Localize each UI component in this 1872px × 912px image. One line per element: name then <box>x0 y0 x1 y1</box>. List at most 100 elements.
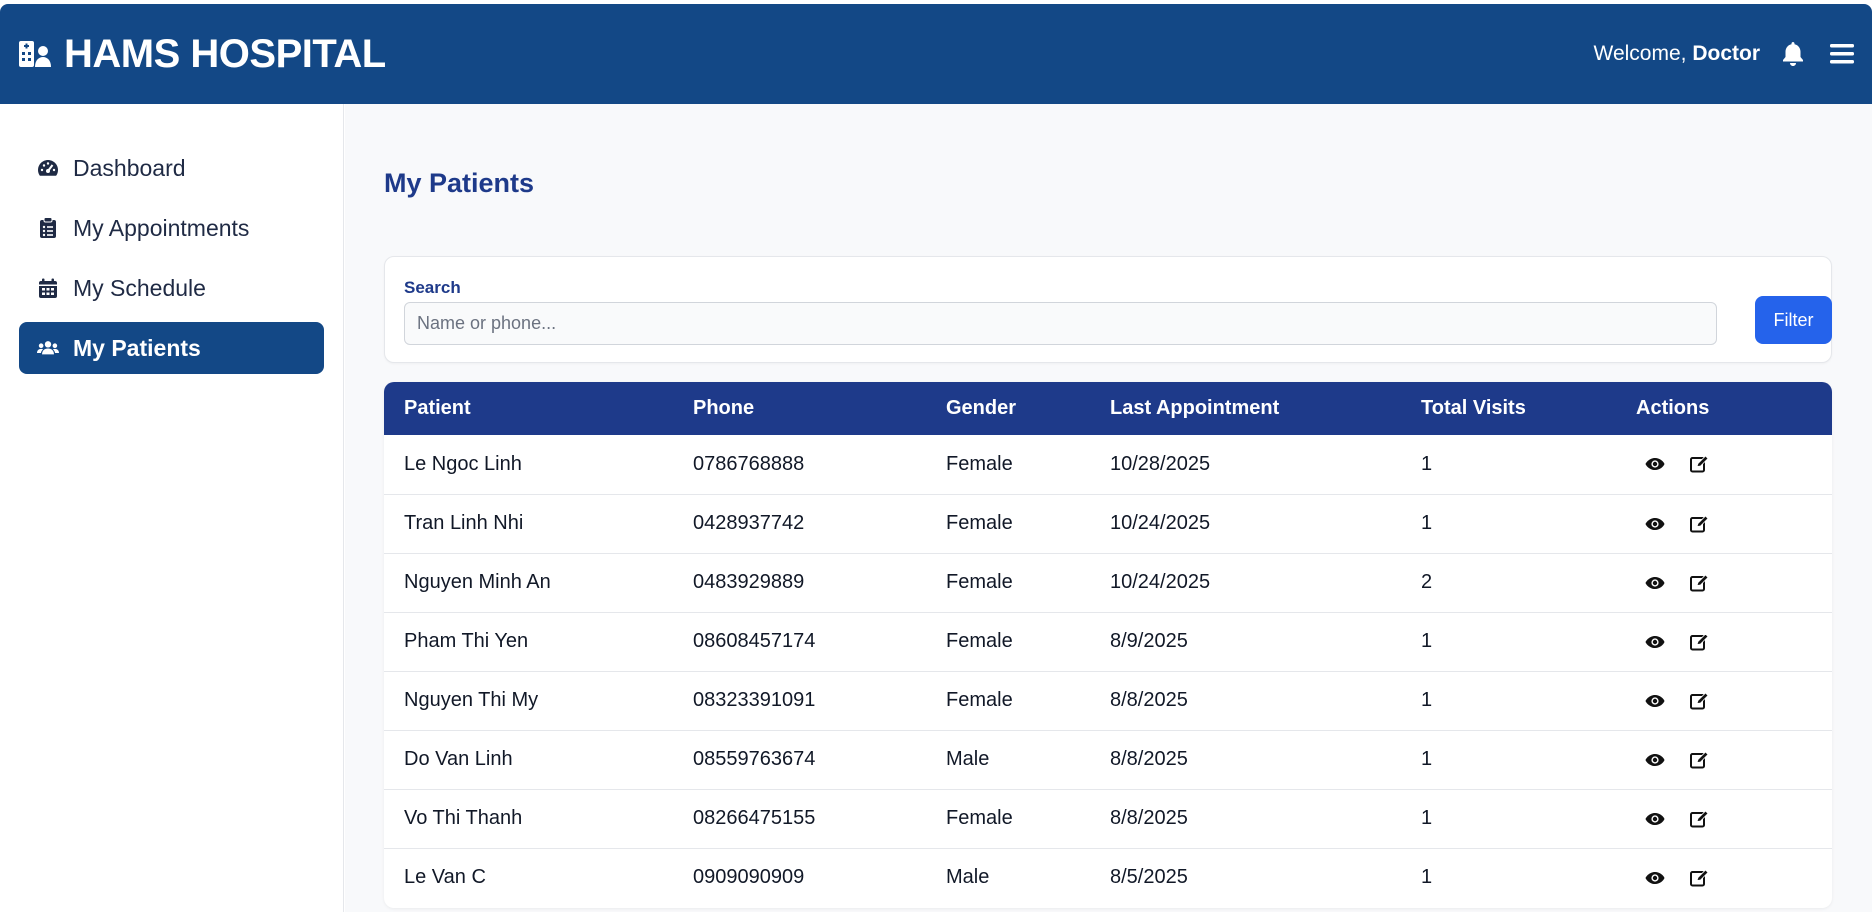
cell-patient-name: Nguyen Minh An <box>404 571 551 593</box>
cell-gender: Female <box>946 571 1013 593</box>
table-body: Le Ngoc Linh 0786768888 Female 10/28/2025 1 T… <box>384 435 1832 907</box>
cell-gender: Male <box>946 866 990 889</box>
table-row: Nguyen Thi My 08323391091 Female 8/8/2025 1 <box>384 671 1832 730</box>
view-eye-icon[interactable] <box>1644 631 1666 653</box>
cell-phone: 0428937742 <box>693 512 805 534</box>
welcome-username: Doctor <box>1692 42 1760 65</box>
sidebar-item-patients[interactable]: My Patients <box>19 322 324 374</box>
cell-total-visits: 1 <box>1421 452 1433 475</box>
cell-actions <box>1616 435 1832 494</box>
cell-actions <box>1616 848 1832 907</box>
cell-actions <box>1616 730 1832 789</box>
cell-actions <box>1616 671 1832 730</box>
table-row: Nguyen Minh An 0483929889 Female 10/24/2025… <box>384 553 1832 612</box>
cell-total-visits: 1 <box>1421 512 1433 534</box>
top-bar: HAMS HOSPITAL Welcome, Doctor <box>0 4 1872 104</box>
row-actions <box>1636 631 1832 653</box>
edit-icon[interactable] <box>1688 572 1710 594</box>
view-eye-icon[interactable] <box>1644 572 1666 594</box>
sidebar-item-schedule[interactable]: My Schedule <box>19 262 324 314</box>
cell-phone: 08559763674 <box>693 748 816 770</box>
cell-total-visits: 1 <box>1421 689 1433 711</box>
edit-icon[interactable] <box>1688 453 1710 475</box>
row-actions <box>1636 867 1832 889</box>
cell-actions <box>1616 789 1832 848</box>
cell-last-appointment: 8/9/2025 <box>1110 630 1188 652</box>
welcome-prefix: Welcome, <box>1593 42 1693 65</box>
view-eye-icon[interactable] <box>1644 513 1666 535</box>
cell-actions <box>1616 553 1832 612</box>
cell-phone: 08323391091 <box>693 689 816 711</box>
cell-last-appointment: 10/24/2025 <box>1110 512 1211 534</box>
sidebar-item-dashboard[interactable]: Dashboard <box>19 142 324 194</box>
row-actions <box>1636 453 1832 475</box>
sidebar-item-label: Dashboard <box>73 154 186 181</box>
filter-button[interactable]: Filter <box>1755 296 1832 344</box>
table-row: Le Van C 0909090909 Male 8/5/2025 1 <box>384 848 1832 907</box>
cell-gender: Female <box>946 689 1013 711</box>
search-input[interactable] <box>404 302 1717 345</box>
edit-icon[interactable] <box>1688 631 1710 653</box>
edit-icon[interactable] <box>1688 690 1710 712</box>
table-row: Tran Linh Nhi 0428937742 Female 10/24/2025 1 <box>384 494 1832 553</box>
app-title: HAMS HOSPITAL <box>64 31 386 76</box>
row-actions <box>1636 808 1832 830</box>
edit-icon[interactable] <box>1688 867 1710 889</box>
cell-total-visits: 1 <box>1421 866 1433 889</box>
cell-last-appointment: 10/24/2025 <box>1110 571 1211 593</box>
cell-phone: 0909090909 <box>693 866 805 889</box>
column-header-last-appointment[interactable]: Last Appointment <box>1090 382 1401 435</box>
cell-patient-name: Do Van Linh <box>404 748 513 770</box>
sidebar-item-label: My Patients <box>73 334 201 361</box>
view-eye-icon[interactable] <box>1644 690 1666 712</box>
sidebar-item-label: My Schedule <box>73 274 206 301</box>
cell-last-appointment: 8/5/2025 <box>1110 866 1188 889</box>
cell-total-visits: 1 <box>1421 807 1433 829</box>
cell-phone: 0786768888 <box>693 452 805 475</box>
cell-last-appointment: 8/8/2025 <box>1110 748 1188 770</box>
cell-patient-name: Le Ngoc Linh <box>404 452 522 475</box>
cell-gender: Male <box>946 748 990 770</box>
main-content: My Patients Search Filter Patient Phone … <box>345 104 1872 912</box>
cell-actions <box>1616 494 1832 553</box>
app-root: HAMS HOSPITAL Welcome, Doctor Dashboard … <box>0 0 1872 912</box>
cell-gender: Female <box>946 630 1013 652</box>
gauge-icon <box>37 157 59 179</box>
edit-icon[interactable] <box>1688 808 1710 830</box>
cell-patient-name: Tran Linh Nhi <box>404 512 524 534</box>
edit-icon[interactable] <box>1688 749 1710 771</box>
sidebar-item-label: My Appointments <box>73 214 250 241</box>
cell-last-appointment: 8/8/2025 <box>1110 807 1188 829</box>
header-actions: Welcome, Doctor <box>1594 41 1854 67</box>
column-header-patient[interactable]: Patient <box>384 382 673 435</box>
column-header-gender[interactable]: Gender <box>926 382 1090 435</box>
hamburger-menu-icon[interactable] <box>1830 43 1854 65</box>
table-row: Pham Thi Yen 08608457174 Female 8/9/2025 1 <box>384 612 1832 671</box>
cell-total-visits: 1 <box>1421 630 1433 652</box>
cell-gender: Female <box>946 807 1013 829</box>
view-eye-icon[interactable] <box>1644 808 1666 830</box>
cell-phone: 08266475155 <box>693 807 816 829</box>
patients-table-card: Patient Phone Gender Last Appointment To… <box>384 382 1832 908</box>
cell-last-appointment: 10/28/2025 <box>1110 452 1211 475</box>
row-actions <box>1636 749 1832 771</box>
sidebar-item-appointments[interactable]: My Appointments <box>19 202 324 254</box>
row-actions <box>1636 572 1832 594</box>
brand[interactable]: HAMS HOSPITAL <box>18 32 386 77</box>
hospital-user-icon <box>18 39 52 69</box>
view-eye-icon[interactable] <box>1644 867 1666 889</box>
cell-phone: 0483929889 <box>693 571 805 593</box>
column-header-phone[interactable]: Phone <box>673 382 926 435</box>
clipboard-list-icon <box>37 217 59 239</box>
edit-icon[interactable] <box>1688 513 1710 535</box>
column-header-total-visits[interactable]: Total Visits <box>1401 382 1616 435</box>
table-row: Le Ngoc Linh 0786768888 Female 10/28/2025 1 <box>384 435 1832 494</box>
view-eye-icon[interactable] <box>1644 453 1666 475</box>
patients-table: Patient Phone Gender Last Appointment To… <box>384 382 1832 907</box>
bell-icon[interactable] <box>1782 41 1804 67</box>
view-eye-icon[interactable] <box>1644 749 1666 771</box>
sidebar: Dashboard My Appointments My Schedule My… <box>0 104 344 912</box>
cell-gender: Female <box>946 512 1013 534</box>
column-header-actions: Actions <box>1636 397 1710 419</box>
cell-patient-name: Le Van C <box>404 866 486 889</box>
